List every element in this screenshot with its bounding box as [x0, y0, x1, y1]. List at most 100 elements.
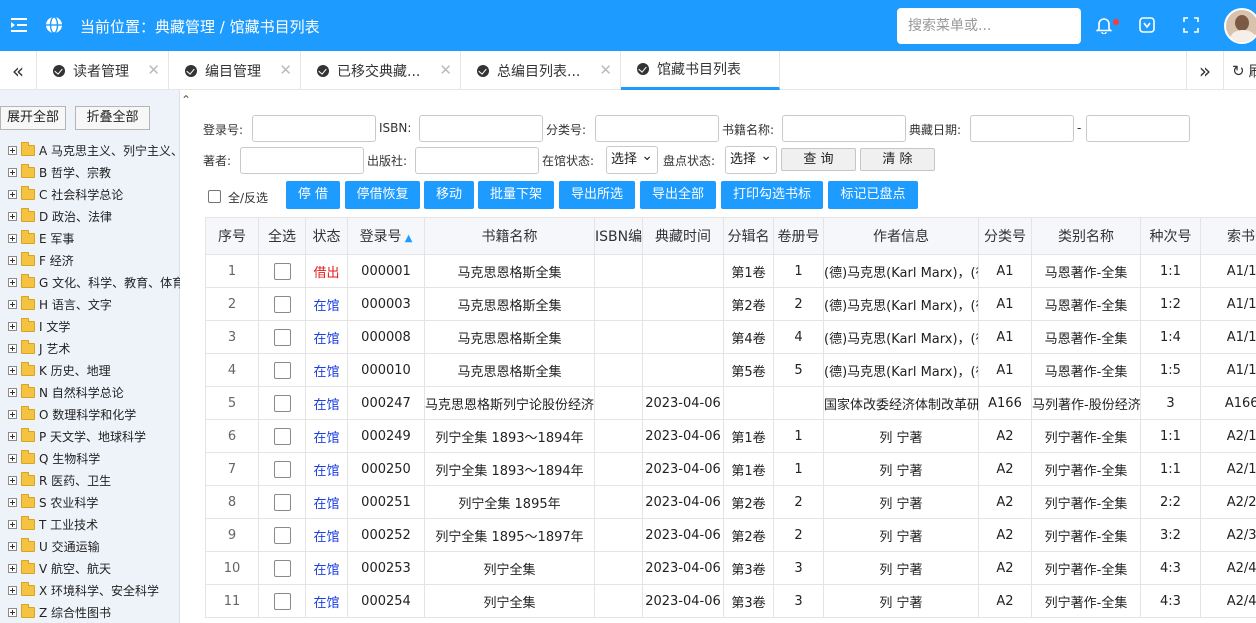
- row-checkbox[interactable]: [273, 361, 291, 379]
- table-row[interactable]: 11 在馆 000254 列宁全集 2023-04-06 第3卷 3 列 宁著 A2 列宁著作-全…: [205, 584, 1256, 618]
- tree-node[interactable]: S 农业科学: [8, 491, 180, 513]
- table-row[interactable]: 5 在馆 000247 马克思恩格斯列宁论股份经济 2023-04-06 国家体改委经济体…: [205, 386, 1256, 420]
- expand-icon[interactable]: [8, 387, 17, 397]
- expand-icon[interactable]: [8, 453, 17, 463]
- clear-button[interactable]: 清 除: [860, 148, 935, 171]
- expand-icon[interactable]: [8, 343, 17, 353]
- cell-checkbox[interactable]: [258, 518, 306, 552]
- table-row[interactable]: 4 在馆 000010 马克思恩格斯全集 第5卷 5 (德)马克思(Karl Marx)，(…: [205, 353, 1256, 387]
- tree-node[interactable]: X 环境科学、安全科学: [8, 579, 180, 601]
- suspend-loan-button[interactable]: 停 借: [286, 181, 340, 209]
- close-icon[interactable]: ✕: [439, 61, 452, 79]
- tab-reader-management[interactable]: 读者管理 ✕: [37, 51, 169, 90]
- batch-remove-button[interactable]: 批量下架: [478, 181, 554, 209]
- row-checkbox[interactable]: [273, 394, 291, 412]
- bell-icon[interactable]: [1094, 15, 1114, 35]
- cell-checkbox[interactable]: [258, 287, 306, 321]
- tree-node[interactable]: U 交通运输: [8, 535, 180, 557]
- expand-icon[interactable]: [8, 299, 17, 309]
- tree-node[interactable]: H 语言、文字: [8, 293, 180, 315]
- table-row[interactable]: 9 在馆 000252 列宁全集 1895～1897年 2023-04-06 第2卷 2 列 …: [205, 518, 1256, 552]
- author-input[interactable]: [240, 147, 364, 174]
- row-checkbox[interactable]: [273, 328, 291, 346]
- expand-icon[interactable]: [8, 409, 17, 419]
- row-checkbox[interactable]: [273, 526, 291, 544]
- menu-icon[interactable]: [9, 15, 29, 35]
- tree-node[interactable]: T 工业技术: [8, 513, 180, 535]
- col-select-all[interactable]: 全选: [258, 217, 306, 255]
- tree-node[interactable]: B 哲学、宗教: [8, 161, 180, 183]
- expand-all-button[interactable]: 展开全部: [0, 106, 66, 130]
- collapse-all-button[interactable]: 折叠全部: [75, 106, 150, 130]
- expand-icon[interactable]: [8, 321, 17, 331]
- tree-node[interactable]: F 经济: [8, 249, 180, 271]
- expand-icon[interactable]: [8, 211, 17, 221]
- tree-node[interactable]: O 数理科学和化学: [8, 403, 180, 425]
- table-row[interactable]: 8 在馆 000251 列宁全集 1895年 2023-04-06 第2卷 2 列 宁著 A2 列…: [205, 485, 1256, 519]
- globe-icon[interactable]: [44, 15, 64, 35]
- cell-checkbox[interactable]: [258, 353, 306, 387]
- cell-checkbox[interactable]: [258, 485, 306, 519]
- row-checkbox[interactable]: [273, 427, 291, 445]
- tabs-scroll-left-icon[interactable]: «: [0, 51, 37, 90]
- fullscreen-icon[interactable]: [1181, 15, 1201, 35]
- close-icon[interactable]: ✕: [147, 61, 160, 79]
- select-all-checkbox[interactable]: [208, 190, 221, 203]
- table-row[interactable]: 6 在馆 000249 列宁全集 1893～1894年 2023-04-06 第1卷 1 列 …: [205, 419, 1256, 453]
- cell-checkbox[interactable]: [258, 419, 306, 453]
- tree-node[interactable]: Z 综合性图书: [8, 601, 180, 623]
- move-button[interactable]: 移动: [424, 181, 474, 209]
- expand-icon[interactable]: [8, 585, 17, 595]
- print-labels-button[interactable]: 打印勾选书标: [721, 181, 823, 209]
- expand-icon[interactable]: [8, 563, 17, 573]
- row-checkbox[interactable]: [273, 559, 291, 577]
- row-checkbox[interactable]: [273, 262, 291, 280]
- row-checkbox[interactable]: [273, 592, 291, 610]
- cell-checkbox[interactable]: [258, 551, 306, 585]
- table-row[interactable]: 7 在馆 000250 列宁全集 1893～1894年 2023-04-06 第1卷 1 列 …: [205, 452, 1256, 486]
- expand-icon[interactable]: [8, 431, 17, 441]
- expand-icon[interactable]: [8, 233, 17, 243]
- expand-icon[interactable]: [8, 277, 17, 287]
- tree-node[interactable]: N 自然科学总论: [8, 381, 180, 403]
- reg-no-input[interactable]: [252, 115, 376, 142]
- expand-icon[interactable]: [8, 475, 17, 485]
- tab-transferred-collection[interactable]: 已移交典藏... ✕: [301, 51, 461, 90]
- row-checkbox[interactable]: [273, 295, 291, 313]
- tree-node[interactable]: D 政治、法律: [8, 205, 180, 227]
- table-row[interactable]: 3 在馆 000008 马克思恩格斯全集 第4卷 4 (德)马克思(Karl Marx)，(…: [205, 320, 1256, 354]
- refresh-button[interactable]: ↻刷: [1223, 51, 1256, 90]
- export-selected-button[interactable]: 导出所选: [559, 181, 635, 209]
- in-status-select[interactable]: 选择: [606, 143, 658, 174]
- check-status-select[interactable]: 选择: [725, 143, 777, 174]
- expand-icon[interactable]: [8, 145, 17, 155]
- expand-icon[interactable]: [8, 519, 17, 529]
- class-no-input[interactable]: [595, 115, 719, 142]
- expand-icon[interactable]: [8, 607, 17, 617]
- expand-icon[interactable]: [8, 497, 17, 507]
- expand-icon[interactable]: [8, 365, 17, 375]
- tree-node[interactable]: R 医药、卫生: [8, 469, 180, 491]
- date-end-input[interactable]: [1086, 115, 1190, 142]
- isbn-input[interactable]: [419, 115, 543, 142]
- tabs-scroll-right-icon[interactable]: »: [1186, 51, 1223, 90]
- tree-node[interactable]: J 艺术: [8, 337, 180, 359]
- tree-node[interactable]: C 社会科学总论: [8, 183, 180, 205]
- mark-checked-button[interactable]: 标记已盘点: [828, 181, 918, 209]
- publisher-input[interactable]: [415, 147, 539, 174]
- row-checkbox[interactable]: [273, 493, 291, 511]
- tree-node[interactable]: G 文化、科学、教育、体育: [8, 271, 180, 293]
- sort-icon[interactable]: ▲: [402, 233, 413, 244]
- tab-cataloging[interactable]: 编目管理 ✕: [169, 51, 301, 90]
- table-row[interactable]: 2 在馆 000003 马克思恩格斯全集 第2卷 2 (德)马克思(Karl Marx)，(…: [205, 287, 1256, 321]
- book-name-input[interactable]: [782, 115, 906, 142]
- tree-node[interactable]: P 天文学、地球科学: [8, 425, 180, 447]
- cell-checkbox[interactable]: [258, 452, 306, 486]
- restore-loan-button[interactable]: 停借恢复: [345, 181, 420, 209]
- date-start-input[interactable]: [970, 115, 1074, 142]
- export-all-button[interactable]: 导出全部: [640, 181, 716, 209]
- shield-icon[interactable]: [1137, 15, 1157, 35]
- tab-collection-list[interactable]: 馆藏书目列表: [621, 51, 780, 90]
- tree-node[interactable]: E 军事: [8, 227, 180, 249]
- query-button[interactable]: 查 询: [781, 148, 856, 171]
